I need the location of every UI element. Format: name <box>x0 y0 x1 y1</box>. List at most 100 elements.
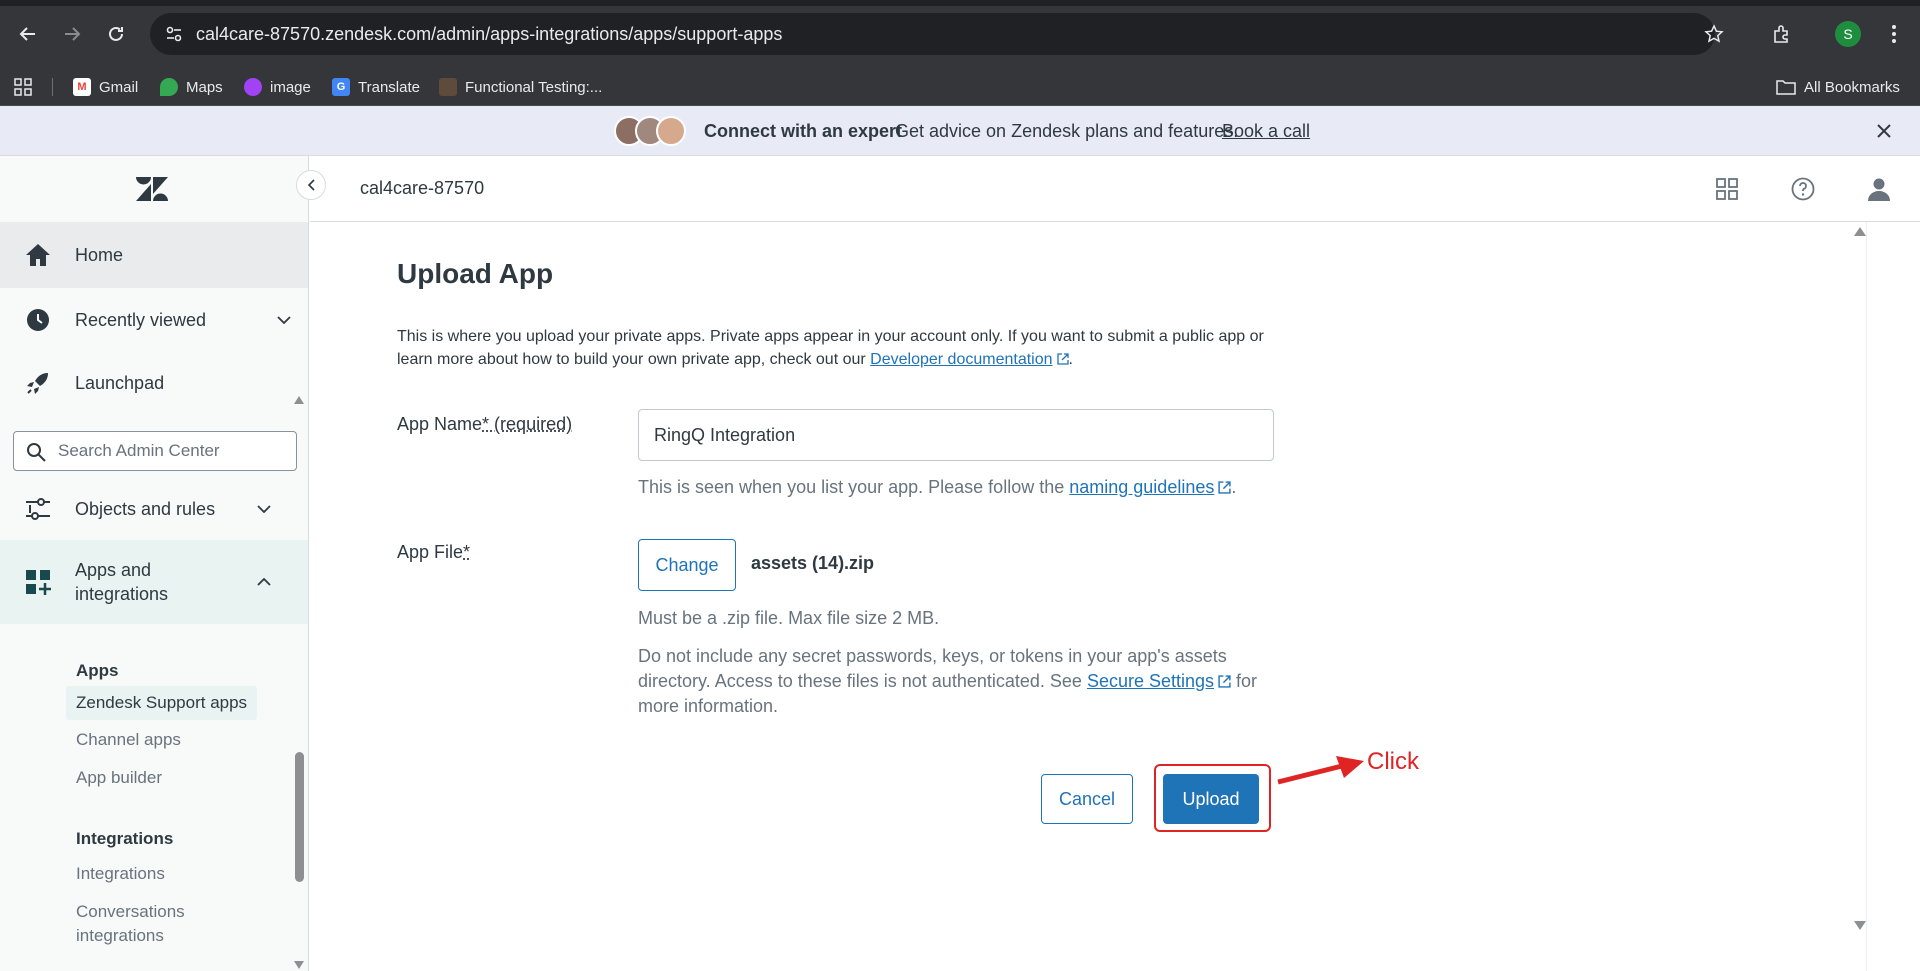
bookmarks-bar: M Gmail Maps image G Translate Functiona… <box>0 68 1920 106</box>
all-bookmarks[interactable]: All Bookmarks <box>1776 68 1900 106</box>
chevron-left-icon <box>307 179 315 191</box>
clock-icon <box>24 306 52 334</box>
label-text: App Name <box>397 414 483 434</box>
sidebar-item-integrations[interactable]: Integrations <box>66 857 175 891</box>
secure-settings-link[interactable]: Secure Settings <box>1087 671 1231 691</box>
bookmark-star-icon[interactable] <box>1700 20 1728 48</box>
close-icon[interactable] <box>1872 119 1896 143</box>
app-name-input[interactable] <box>638 409 1274 461</box>
upload-button[interactable]: Upload <box>1163 774 1259 824</box>
sidebar-item-launchpad[interactable]: Launchpad <box>0 352 308 414</box>
promo-banner: Connect with an expert Get advice on Zen… <box>0 106 1920 156</box>
intro-end: . <box>1068 351 1073 368</box>
back-icon[interactable] <box>12 18 44 50</box>
expert-avatars <box>614 116 686 146</box>
app-file-label: App File* <box>397 542 470 563</box>
apps-grid-icon[interactable] <box>14 68 32 106</box>
forward-icon[interactable] <box>56 18 88 50</box>
maps-icon <box>160 78 178 96</box>
bookmark-image[interactable]: image <box>244 68 311 106</box>
sidebar-item-label: Launchpad <box>75 373 165 393</box>
main-content: Upload App This is where you upload your… <box>310 222 1920 971</box>
intro-paragraph: This is where you upload your private ap… <box>397 325 1277 371</box>
app-name-hint: This is seen when you list your app. Ple… <box>638 475 1236 500</box>
external-link-icon <box>1056 353 1069 365</box>
profile-avatar[interactable]: S <box>1835 21 1861 47</box>
developer-documentation-link[interactable]: Developer documentation <box>870 351 1069 368</box>
intro-text: This is where you upload your private ap… <box>397 328 1264 368</box>
hint-end: . <box>1231 477 1237 497</box>
functional-testing-icon <box>439 78 457 96</box>
file-size-hint: Must be a .zip file. Max file size 2 MB. <box>638 608 940 628</box>
url-text[interactable]: cal4care-87570.zendesk.com/admin/apps-in… <box>196 24 782 45</box>
scroll-up-arrow[interactable] <box>1854 227 1866 236</box>
zendesk-logo-icon <box>135 177 168 201</box>
bookmark-translate[interactable]: G Translate <box>332 68 420 106</box>
link-text: naming guidelines <box>1069 477 1215 497</box>
bookmark-label: Gmail <box>99 78 139 96</box>
scroll-down-arrow[interactable] <box>294 961 304 969</box>
naming-guidelines-link[interactable]: naming guidelines <box>1069 477 1231 497</box>
reload-icon[interactable] <box>100 18 132 50</box>
scroll-up-arrow[interactable] <box>294 396 304 404</box>
sidebar-item-channel-apps[interactable]: Channel apps <box>66 723 191 757</box>
cancel-button[interactable]: Cancel <box>1041 774 1133 824</box>
main-scrollbar[interactable] <box>1866 222 1867 971</box>
browser-menu-icon[interactable] <box>1878 18 1910 50</box>
bookmark-maps[interactable]: Maps <box>160 68 223 106</box>
bookmark-functional-testing[interactable]: Functional Testing:... <box>439 68 602 106</box>
external-link-icon <box>1218 481 1231 494</box>
folder-icon <box>1776 80 1796 95</box>
admin-search[interactable] <box>13 431 297 471</box>
chevron-up-icon <box>254 572 274 592</box>
selected-file-name: assets (14).zip <box>751 553 875 573</box>
bookmark-label: Translate <box>358 78 420 96</box>
site-settings-icon[interactable] <box>160 20 188 48</box>
bookmark-gmail[interactable]: M Gmail <box>73 68 138 106</box>
scrollbar-thumb[interactable] <box>295 752 304 882</box>
page-title: Upload App <box>397 258 554 289</box>
sidebar-item-app-builder[interactable]: App builder <box>66 761 172 795</box>
integrations-section-heading: Integrations <box>76 829 174 848</box>
extensions-icon[interactable] <box>1766 18 1798 50</box>
scroll-down-arrow[interactable] <box>1854 921 1866 930</box>
sidebar-item-home[interactable]: Home <box>0 222 308 288</box>
bookmark-label: Maps <box>186 78 223 96</box>
annotation-label: Click <box>1367 748 1419 775</box>
translate-icon: G <box>332 78 350 96</box>
tab-strip <box>0 0 1920 6</box>
sidebar-item-apps-and-integrations[interactable]: Apps and integrations <box>0 540 308 624</box>
search-icon <box>26 442 46 467</box>
sidebar-item-label: Recently viewed <box>75 310 207 330</box>
zendesk-logo[interactable] <box>0 156 308 222</box>
image-icon <box>244 78 262 96</box>
label-text: App File <box>397 542 464 562</box>
sidebar-item-zendesk-support-apps[interactable]: Zendesk Support apps <box>66 686 258 720</box>
collapse-sidebar-button[interactable] <box>296 170 326 200</box>
search-input[interactable] <box>58 440 288 462</box>
sidebar-item-conversations-integrations[interactable]: Conversations integrations <box>66 901 206 947</box>
banner-text: Get advice on Zendesk plans and features… <box>895 121 1239 141</box>
link-text: Secure Settings <box>1086 671 1215 691</box>
sidebar-item-recently-viewed[interactable]: Recently viewed <box>0 288 308 352</box>
hint-text: This is seen when you list your app. Ple… <box>638 477 1065 497</box>
external-link-icon <box>1218 675 1231 688</box>
help-icon[interactable] <box>1788 174 1818 204</box>
gmail-icon: M <box>73 78 91 96</box>
sidebar-scrollbar[interactable] <box>292 396 306 971</box>
home-icon <box>24 241 52 269</box>
bookmark-label: Functional Testing:... <box>465 78 603 96</box>
required-marker: * (required) <box>482 414 573 434</box>
change-file-button[interactable]: Change <box>638 539 736 591</box>
annotation-arrow <box>1277 756 1364 785</box>
product-tray-icon[interactable] <box>1712 174 1742 204</box>
chevron-down-icon <box>274 310 294 330</box>
apps-section-heading: Apps <box>76 661 119 680</box>
objects-rules-icon <box>24 495 52 523</box>
secret-warning-hint: Do not include any secret passwords, key… <box>638 644 1268 719</box>
bookmark-label: image <box>270 78 311 96</box>
apps-integrations-icon <box>24 568 52 596</box>
user-profile-icon[interactable] <box>1864 174 1894 204</box>
book-a-call-link[interactable]: Book a call <box>1222 121 1310 142</box>
sidebar-item-objects-and-rules[interactable]: Objects and rules <box>0 478 308 540</box>
